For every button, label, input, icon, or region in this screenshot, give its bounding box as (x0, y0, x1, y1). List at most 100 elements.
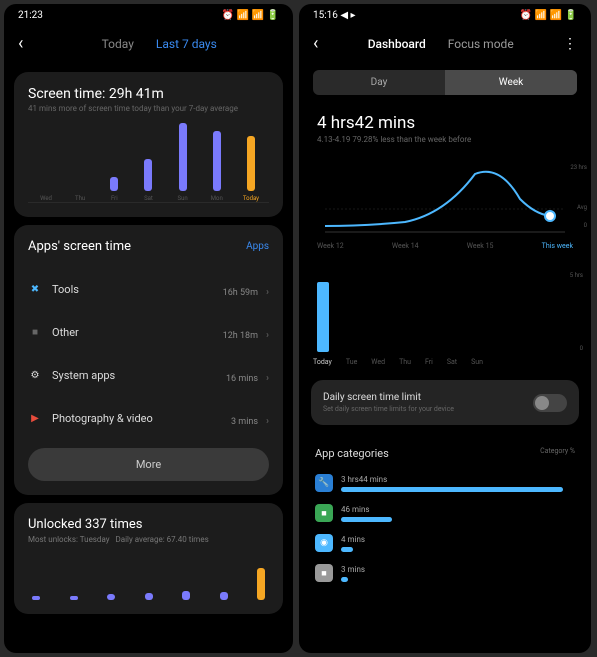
status-bar: 21:23 ⏰ 📶 📶 🔋 (4, 4, 293, 23)
limit-toggle[interactable] (533, 394, 567, 412)
category-row[interactable]: ◉ 4 mins (299, 528, 591, 558)
category-time: 4 mins (341, 535, 575, 544)
segment-week[interactable]: Week (445, 70, 577, 95)
unlock-bar (107, 594, 115, 600)
apps-title: Apps' screen time (28, 239, 131, 254)
category-row[interactable]: 🔧 3 hrs44 mins (299, 468, 591, 498)
chevron-right-icon: › (266, 287, 269, 298)
unlock-bar (257, 568, 265, 600)
line-knob[interactable] (545, 211, 555, 221)
line-x-label: Week 12 (317, 242, 344, 250)
app-name: Tools (52, 283, 79, 296)
apps-link[interactable]: Apps (246, 241, 269, 252)
limit-title: Daily screen time limit (323, 392, 454, 403)
screen-dashboard: 15:16 ◀ ▸ ⏰ 📶 📶 🔋 ‹ Dashboard Focus mode… (299, 4, 591, 653)
screen-today: 21:23 ⏰ 📶 📶 🔋 ‹ Today Last 7 days Screen… (4, 4, 293, 653)
category-row[interactable]: ■ 46 mins (299, 498, 591, 528)
bar (213, 131, 221, 191)
category-icon: ■ (315, 564, 333, 582)
status-bar: 15:16 ◀ ▸ ⏰ 📶 📶 🔋 (299, 4, 591, 23)
back-icon[interactable]: ‹ (18, 33, 23, 54)
apps-card: Apps' screen time Apps ✖ Tools 16h 59m ›… (14, 225, 283, 495)
app-time: 16h 59m (223, 288, 258, 298)
line-x-label: This week (542, 242, 573, 250)
y-label-min: 0 (584, 222, 587, 229)
status-icons: ⏰ 📶 📶 🔋 (520, 10, 577, 21)
segment-day[interactable]: Day (313, 70, 445, 95)
screen-time-title: Screen time: 29h 41m (28, 86, 269, 102)
category-time: 3 mins (341, 565, 575, 574)
tab-focus[interactable]: Focus mode (448, 37, 514, 51)
daily-bar (317, 282, 329, 353)
tabs: Dashboard Focus mode (334, 37, 547, 51)
line-x-labels: Week 12 Week 14 Week 15 This week (317, 238, 573, 254)
app-row[interactable]: ■ Other 12h 18m › (28, 311, 269, 354)
unlock-title: Unlocked 337 times (28, 517, 269, 532)
bar-label: Thu (75, 195, 85, 202)
category-icon: 🔧 (315, 474, 333, 492)
category-time: 46 mins (341, 505, 575, 514)
bar-col: Fri (100, 177, 128, 202)
daily-x-label: Tue (346, 358, 357, 366)
app-name: System apps (52, 369, 115, 382)
more-icon[interactable]: ⋮ (563, 36, 577, 52)
category-row[interactable]: ■ 3 mins (299, 558, 591, 588)
bar (110, 177, 118, 191)
daily-x-labels: TodayTueWedThuFriSatSun (313, 358, 577, 366)
nav-header: ‹ Today Last 7 days (4, 23, 293, 64)
unlock-bar (145, 593, 153, 600)
category-bar (341, 487, 563, 492)
tabs: Today Last 7 days (39, 37, 279, 51)
app-icon: ✖ (28, 283, 42, 297)
unlock-chart (28, 560, 269, 600)
category-bar (341, 577, 348, 582)
total-sub: 4.13-4.19 79.28% less than the week befo… (299, 133, 591, 154)
daily-x-label: Fri (425, 358, 433, 366)
chevron-right-icon: › (266, 373, 269, 384)
daily-x-label: Wed (371, 358, 385, 366)
chevron-right-icon: › (266, 330, 269, 341)
bar-label: Wed (40, 195, 52, 202)
limit-card[interactable]: Daily screen time limit Set daily screen… (311, 380, 579, 425)
line-x-label: Week 14 (392, 242, 419, 250)
app-row[interactable]: ▶ Photography & video 3 mins › (28, 397, 269, 440)
y-label-avg: Avg (577, 204, 587, 211)
limit-sub: Set daily screen time limits for your de… (323, 405, 454, 413)
categories-sub: Category % (540, 447, 575, 460)
unlock-bar (32, 596, 40, 600)
unlock-sub: Most unlocks: Tuesday Daily average: 67.… (28, 535, 269, 544)
back-icon[interactable]: ‹ (313, 33, 318, 54)
daily-x-label: Today (313, 358, 332, 366)
bar (179, 123, 187, 191)
daily-x-label: Sat (447, 358, 457, 366)
tab-today[interactable]: Today (102, 37, 134, 51)
categories-title: App categories (315, 447, 389, 460)
app-row[interactable]: ⚙ System apps 16 mins › (28, 354, 269, 397)
tab-dashboard[interactable]: Dashboard (368, 37, 426, 51)
app-row[interactable]: ✖ Tools 16h 59m › (28, 268, 269, 311)
app-name: Photography & video (52, 412, 153, 425)
category-icon: ◉ (315, 534, 333, 552)
screen-time-sub: 41 mins more of screen time today than y… (28, 104, 269, 113)
bar-label: Sat (144, 195, 153, 202)
tab-last7[interactable]: Last 7 days (156, 37, 217, 51)
line-x-label: Week 15 (467, 242, 494, 250)
category-icon: ■ (315, 504, 333, 522)
more-button[interactable]: More (28, 448, 269, 481)
bar-col: Sun (169, 123, 197, 202)
app-icon: ▶ (28, 412, 42, 426)
unlock-card: Unlocked 337 times Most unlocks: Tuesday… (14, 503, 283, 614)
app-name: Other (52, 326, 79, 339)
bar-label: Mon (211, 195, 223, 202)
status-icons: ⏰ 📶 📶 🔋 (222, 10, 279, 21)
app-time: 16 mins (226, 374, 258, 384)
app-icon: ■ (28, 326, 42, 340)
daily-bar-chart: 5 hrs 0 (317, 272, 573, 352)
bar-label: Sun (178, 195, 188, 202)
daily-x-label: Thu (399, 358, 411, 366)
chevron-right-icon: › (266, 416, 269, 427)
bar-label: Today (243, 195, 259, 202)
app-time: 12h 18m (223, 331, 258, 341)
status-time: 15:16 ◀ ▸ (313, 10, 356, 21)
bar (247, 136, 255, 191)
